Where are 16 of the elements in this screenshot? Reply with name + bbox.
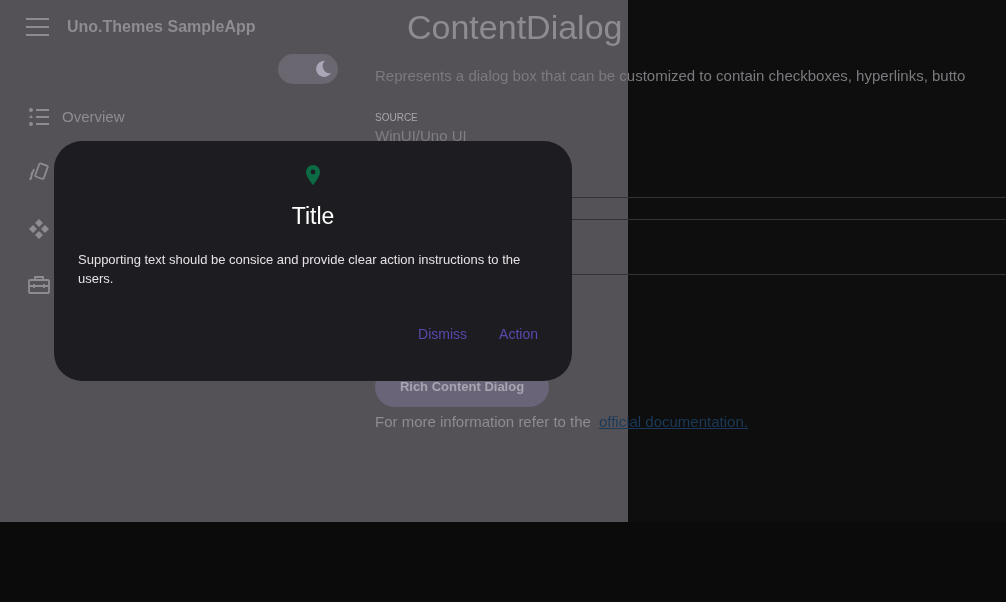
location-pin-icon <box>306 165 320 185</box>
app-title: Uno.Themes SampleApp <box>67 17 256 37</box>
toolbox-icon <box>28 275 50 295</box>
dialog-title: Title <box>290 202 336 231</box>
menu-icon[interactable] <box>26 18 49 36</box>
theme-toggle[interactable] <box>278 54 338 84</box>
moon-icon <box>313 59 333 79</box>
page-title: ContentDialog <box>406 7 624 48</box>
nav-item[interactable]: Overview <box>62 105 125 129</box>
dialog-button[interactable]: Action <box>489 317 548 351</box>
list-icon <box>28 107 50 127</box>
diamonds-icon <box>28 218 50 240</box>
dialog-button[interactable]: Dismiss <box>408 317 478 351</box>
dialog-text: Supporting text should be consice and provide clear action instructions to the users. <box>78 250 522 288</box>
info-text: For more information refer to the <box>375 412 591 432</box>
source-label: SOURCE <box>375 110 419 125</box>
